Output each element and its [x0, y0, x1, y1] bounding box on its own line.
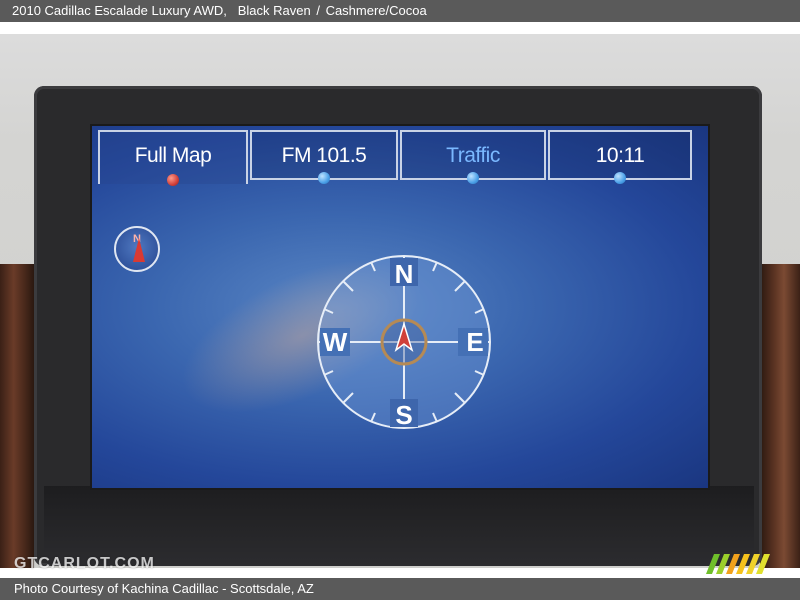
- tab-radio[interactable]: FM 101.5: [250, 130, 398, 184]
- tab-indicator-dot: [167, 174, 179, 186]
- compass-rose: N S E W: [317, 255, 491, 430]
- image-caption: 2010 Cadillac Escalade Luxury AWD, Black…: [0, 0, 800, 22]
- navigation-screen: Full Map FM 101.5 Traffic 10:11 N N S E …: [90, 124, 710, 490]
- tab-full-map-label: Full Map: [134, 144, 212, 167]
- tab-clock-label: 10:11: [595, 144, 645, 167]
- tab-indicator-dot: [467, 172, 479, 184]
- tab-traffic[interactable]: Traffic: [400, 130, 546, 184]
- tab-radio-label: FM 101.5: [281, 144, 367, 167]
- caption-exterior: Black Raven: [237, 3, 311, 18]
- compass-north: N: [395, 259, 414, 289]
- tab-full-map[interactable]: Full Map: [98, 130, 248, 186]
- photo-credit: Photo Courtesy of Kachina Cadillac - Sco…: [0, 578, 800, 600]
- compass-south: S: [395, 400, 412, 430]
- tab-clock[interactable]: 10:11: [548, 130, 692, 184]
- caption-separator: /: [316, 3, 320, 18]
- stripes-logo-icon: [706, 554, 770, 574]
- dashboard-photo: Full Map FM 101.5 Traffic 10:11 N N S E …: [0, 34, 800, 568]
- tab-indicator-dot: [318, 172, 330, 184]
- watermark-logo: GTCARLOT.COM: [14, 555, 155, 572]
- wood-trim-right: [760, 264, 800, 568]
- compass-east: E: [466, 327, 483, 357]
- heading-arrow-icon: [133, 238, 145, 262]
- nav-tab-bar: Full Map FM 101.5 Traffic 10:11: [98, 130, 694, 186]
- wood-trim-left: [0, 264, 34, 568]
- tab-indicator-dot: [614, 172, 626, 184]
- north-up-toggle[interactable]: N: [114, 226, 160, 272]
- tab-traffic-label: Traffic: [446, 144, 500, 167]
- compass-west: W: [323, 327, 348, 357]
- caption-interior: Cashmere/Cocoa: [325, 3, 427, 18]
- caption-vehicle: 2010 Cadillac Escalade Luxury AWD,: [12, 3, 227, 18]
- bezel-lower-lip: [44, 486, 754, 566]
